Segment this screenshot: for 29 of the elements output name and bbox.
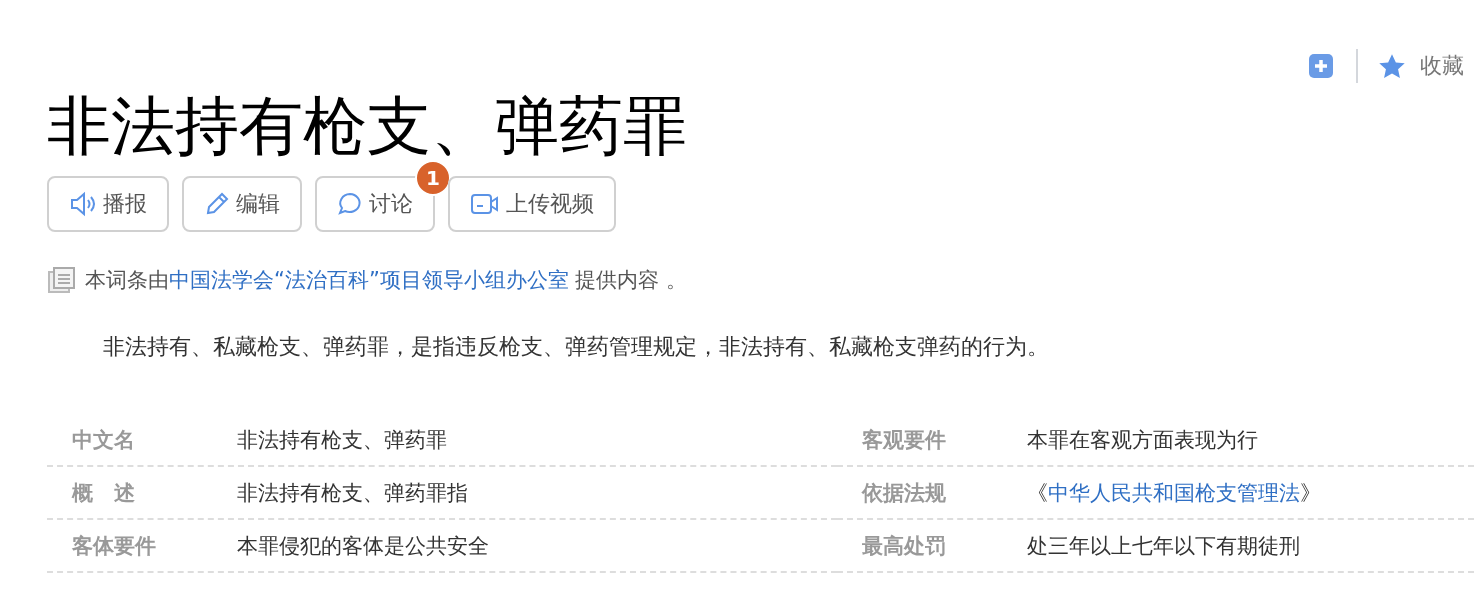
info-label: 最高处罚 <box>861 532 947 560</box>
broadcast-button[interactable]: 播报 <box>47 176 169 232</box>
info-value: 处三年以上七年以下有期徒刑 <box>1027 532 1301 560</box>
law-link[interactable]: 中华人民共和国枪支管理法 <box>1048 480 1300 505</box>
pencil-icon <box>204 191 230 217</box>
info-label: 中文名 <box>71 426 136 454</box>
info-label: 客观要件 <box>861 426 947 454</box>
info-value: 非法持有枪支、弹药罪 <box>237 426 448 454</box>
info-label: 依据法规 <box>860 479 947 507</box>
count-badge: 1 <box>415 160 451 196</box>
chat-bubble-icon <box>337 191 363 217</box>
add-icon[interactable] <box>1308 53 1334 79</box>
page-title: 非法持有枪支、弹药罪 <box>47 94 687 160</box>
edit-button[interactable]: 编辑 <box>182 176 302 232</box>
document-icon <box>47 266 77 294</box>
source-note: 本词条由中国法学会“法治百科”项目领导小组办公室 提供内容 。 <box>85 267 688 294</box>
info-label: 概 述 <box>70 479 136 507</box>
star-icon[interactable] <box>1378 52 1406 80</box>
speaker-icon <box>69 191 97 217</box>
video-camera-icon <box>470 192 500 216</box>
info-value: 非法持有枪支、弹药罪指 <box>237 479 469 507</box>
info-value: 《中华人民共和国枪支管理法》 <box>1027 479 1322 507</box>
summary-paragraph: 非法持有、私藏枪支、弹药罪，是指违反枪支、弹药管理规定，非法持有、私藏枪支弹药的行为。 <box>102 333 1050 361</box>
info-label: 客体要件 <box>71 532 157 560</box>
info-value: 本罪在客观方面表现为行 <box>1027 426 1259 454</box>
info-value: 本罪侵犯的客体是公共安全 <box>237 532 490 560</box>
favorite-label[interactable]: 收藏 <box>1420 51 1464 81</box>
video-button[interactable]: 上传视频 <box>448 176 616 232</box>
source-link[interactable]: 中国法学会“法治百科”项目领导小组办公室 <box>169 268 569 292</box>
